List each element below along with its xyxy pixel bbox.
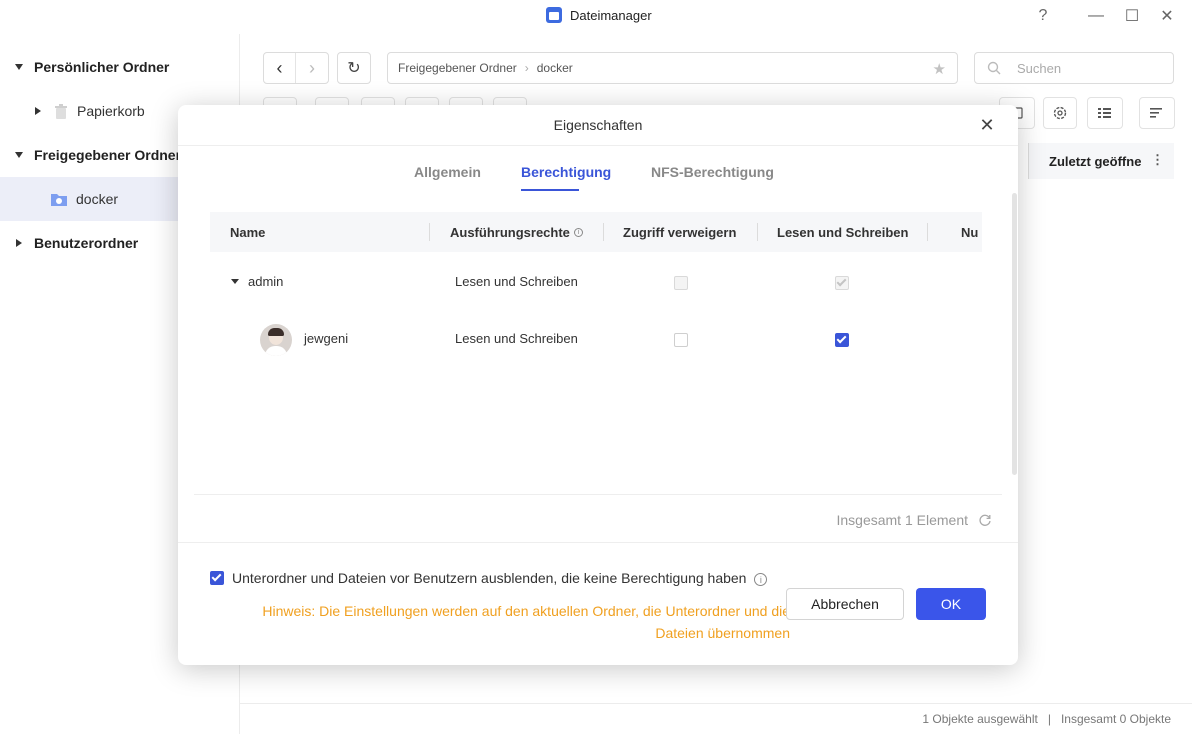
hide-unauthorized-text: Unterordner und Dateien vor Benutzern au… xyxy=(232,570,747,586)
chevron-right-icon[interactable] xyxy=(35,107,41,115)
column-deny[interactable]: Zugriff verweigern xyxy=(623,212,736,252)
chevron-down-icon[interactable] xyxy=(15,64,23,70)
hint-text: Hinweis: Die Einstellungen werden auf de… xyxy=(250,600,790,644)
deny-checkbox[interactable] xyxy=(674,333,688,347)
sidebar-item-label: Benutzerordner xyxy=(34,235,139,251)
title-bar: Dateimanager ? — ☐ ✕ xyxy=(0,0,1192,34)
column-separator xyxy=(603,223,604,241)
tab-permission[interactable]: Berechtigung xyxy=(521,164,611,180)
breadcrumb[interactable]: Freigegebener Ordner › docker ★ xyxy=(387,52,958,84)
read-write-checkbox xyxy=(835,276,849,290)
row-name: admin xyxy=(248,274,284,289)
status-separator: | xyxy=(1047,712,1051,726)
dialog-close-icon[interactable]: ✕ xyxy=(976,115,998,137)
sidebar-item-personal[interactable]: Persönlicher Ordner xyxy=(0,45,240,89)
more-icon[interactable]: ⋮ xyxy=(1151,152,1164,168)
divider xyxy=(178,145,1018,146)
search-icon xyxy=(987,61,1001,75)
refresh-icon[interactable] xyxy=(978,513,992,527)
sidebar-item-label: docker xyxy=(76,191,119,207)
trash-icon xyxy=(55,103,67,119)
chevron-down-icon[interactable] xyxy=(15,152,23,158)
hide-unauthorized-checkbox[interactable] xyxy=(210,571,224,585)
sidebar-item-label: Freigegebener Ordner xyxy=(34,147,182,163)
hide-unauthorized-label: Unterordner und Dateien vor Benutzern au… xyxy=(232,570,768,586)
info-icon[interactable]: i xyxy=(754,572,768,586)
properties-dialog: Eigenschaften ✕ Allgemein Berechtigung N… xyxy=(178,105,1018,665)
chevron-right-icon[interactable] xyxy=(16,239,22,247)
search-placeholder: Suchen xyxy=(1017,60,1062,76)
row-name: jewgeni xyxy=(304,331,349,346)
row-exec: Lesen und Schreiben xyxy=(455,331,578,346)
minimize-button[interactable]: — xyxy=(1084,4,1108,28)
search-input[interactable]: Suchen xyxy=(974,52,1174,84)
row-exec: Lesen und Schreiben xyxy=(455,274,578,289)
breadcrumb-current[interactable]: docker xyxy=(537,61,573,75)
column-header-label: Zuletzt geöffne xyxy=(1049,153,1142,169)
chevron-down-icon[interactable] xyxy=(231,279,239,284)
cancel-button[interactable]: Abbrechen xyxy=(786,588,904,620)
active-tab-indicator xyxy=(521,189,579,191)
view-list-icon[interactable] xyxy=(1087,97,1123,129)
scrollbar[interactable] xyxy=(1012,193,1017,475)
column-exec[interactable]: Ausführungsrechte i xyxy=(450,212,583,252)
divider xyxy=(178,542,1018,543)
read-write-checkbox[interactable] xyxy=(835,333,849,347)
sidebar-item-label: Papierkorb xyxy=(77,103,145,119)
hint-line-2: Dateien übernommen xyxy=(655,625,790,641)
column-header-recent[interactable]: Zuletzt geöffne ⋮ xyxy=(1028,143,1174,179)
status-bar: 1 Objekte ausgewählt | Insgesamt 0 Objek… xyxy=(240,703,1192,734)
app-title-text: Dateimanager xyxy=(570,7,652,23)
permission-table-header: Name Ausführungsrechte i Zugriff verweig… xyxy=(210,212,982,252)
breadcrumb-separator-icon: › xyxy=(524,61,529,75)
total-count: Insgesamt 1 Element xyxy=(836,512,992,528)
app-title: Dateimanager xyxy=(546,7,652,23)
total-label: Insgesamt 1 Element xyxy=(836,512,968,528)
info-icon[interactable]: i xyxy=(573,227,583,237)
deny-checkbox xyxy=(674,276,688,290)
help-button[interactable]: ? xyxy=(1031,4,1055,28)
settings-gear-icon[interactable] xyxy=(1043,97,1077,129)
close-window-button[interactable]: ✕ xyxy=(1155,4,1179,28)
dialog-title: Eigenschaften xyxy=(553,117,643,133)
ok-button[interactable]: OK xyxy=(916,588,986,620)
avatar xyxy=(260,324,292,356)
status-selected: 1 Objekte ausgewählt xyxy=(922,712,1038,726)
nav-button-group: ‹ › xyxy=(263,52,329,84)
divider xyxy=(194,494,1002,495)
column-separator xyxy=(429,223,430,241)
tab-general[interactable]: Allgemein xyxy=(414,164,481,180)
back-button[interactable]: ‹ xyxy=(264,53,296,83)
forward-button[interactable]: › xyxy=(296,53,328,83)
column-exec-label: Ausführungsrechte xyxy=(450,224,570,240)
tab-nfs-permission[interactable]: NFS-Berechtigung xyxy=(651,164,774,180)
column-read-write[interactable]: Lesen und Schreiben xyxy=(777,212,908,252)
sidebar-item-label: Persönlicher Ordner xyxy=(34,59,170,75)
status-total: Insgesamt 0 Objekte xyxy=(1060,712,1171,726)
hint-line-1: Hinweis: Die Einstellungen werden auf de… xyxy=(262,603,790,619)
column-name[interactable]: Name xyxy=(230,212,265,252)
refresh-button[interactable]: ↻ xyxy=(337,52,371,84)
column-separator xyxy=(927,223,928,241)
breadcrumb-root[interactable]: Freigegebener Ordner xyxy=(398,61,517,75)
column-read-only[interactable]: Nu xyxy=(961,212,978,252)
star-icon[interactable]: ★ xyxy=(933,60,946,78)
column-separator xyxy=(757,223,758,241)
shared-folder-icon xyxy=(51,194,67,206)
maximize-button[interactable]: ☐ xyxy=(1120,4,1144,28)
file-manager-icon xyxy=(546,7,562,23)
sort-icon[interactable] xyxy=(1139,97,1175,129)
